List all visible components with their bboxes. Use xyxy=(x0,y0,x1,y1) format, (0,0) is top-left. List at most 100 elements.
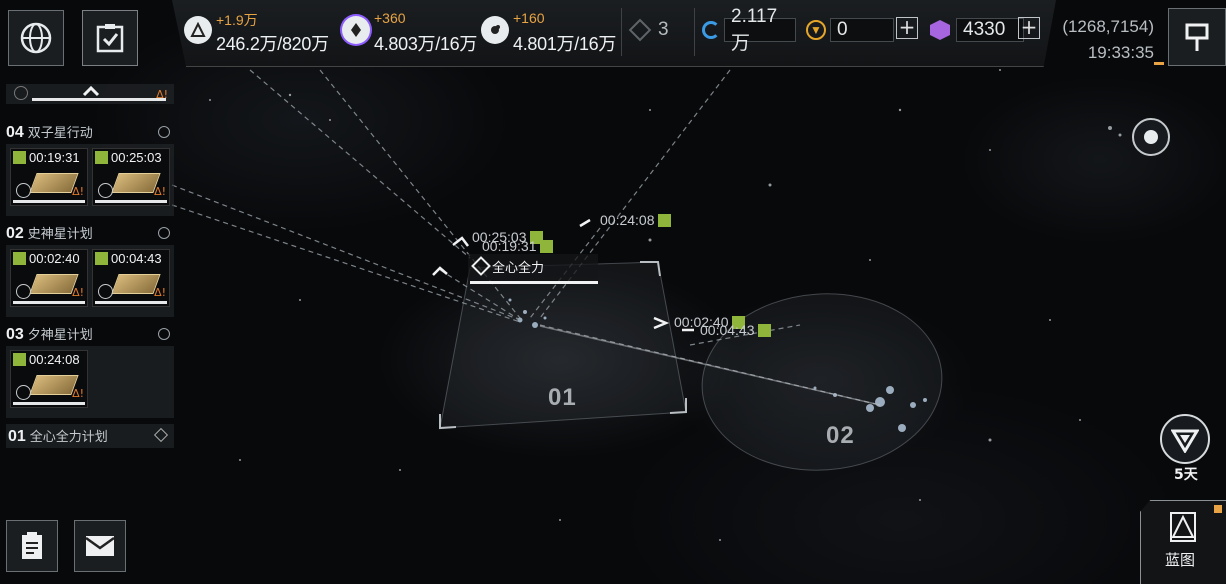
mail-button[interactable] xyxy=(74,520,126,572)
resource-gas[interactable]: +160 4.801万/16万 xyxy=(481,8,621,56)
globe-icon xyxy=(20,22,52,54)
bookmark-button[interactable] xyxy=(1168,8,1226,66)
target-icon xyxy=(1144,130,1158,144)
task-01[interactable]: 01 全心全力计划 xyxy=(6,424,174,448)
task-name: 双子星行动 xyxy=(27,126,93,141)
shield-icon xyxy=(1171,429,1199,453)
task-list-collapse-bar[interactable]: Δ! xyxy=(6,84,174,104)
warning-icon: Δ! xyxy=(156,88,168,101)
clipboard-icon xyxy=(22,532,42,559)
fleet-timer-marker[interactable]: 00:24:08 xyxy=(600,212,671,228)
premium-display[interactable]: 4330 xyxy=(930,16,1024,44)
checklist-icon xyxy=(96,24,124,53)
selected-underline xyxy=(470,281,598,284)
crystal-resource-icon xyxy=(342,16,370,44)
warning-icon: Δ! xyxy=(72,387,84,400)
pin-flag-icon xyxy=(1185,23,1209,51)
blueprint-button[interactable]: 蓝图 xyxy=(1140,500,1226,584)
task-name: 夕神星计划 xyxy=(27,328,93,343)
task-number: 04 xyxy=(6,124,24,141)
fleet-count[interactable]: 3 xyxy=(628,16,669,44)
map-overlay xyxy=(171,69,1122,541)
status-ring-icon xyxy=(16,284,31,299)
warning-icon: Δ! xyxy=(72,286,84,299)
task-04[interactable]: 04 双子星行动 xyxy=(6,122,174,144)
fleet-icon xyxy=(95,151,108,164)
fleet-timer-marker[interactable]: 00:19:31 xyxy=(482,238,553,254)
add-gold-button[interactable]: + xyxy=(896,17,918,39)
resource-amount: 246.2万/820万 xyxy=(216,34,329,54)
task-number: 02 xyxy=(6,225,24,242)
resource-delta: +1.9万 xyxy=(216,12,258,28)
status-ring-icon xyxy=(158,227,170,239)
shield-event-button[interactable] xyxy=(1160,414,1210,464)
progress-bar xyxy=(32,98,166,101)
locate-button[interactable] xyxy=(1132,118,1170,156)
fleet-card[interactable]: 00:19:31 Δ! xyxy=(10,148,88,206)
zone-label[interactable]: 01 xyxy=(548,384,577,412)
selected-fleet-label[interactable]: 全心全力 xyxy=(468,254,598,284)
credits-display[interactable]: 2.117万 xyxy=(702,6,796,54)
fleet-timer: 00:25:03 xyxy=(111,150,162,165)
notification-dot xyxy=(1214,505,1222,513)
premium-gem-icon xyxy=(930,20,950,40)
task-02[interactable]: 02 史神星计划 xyxy=(6,223,174,245)
fleet-card[interactable]: 00:24:08 Δ! xyxy=(10,350,88,408)
reports-button[interactable] xyxy=(6,520,58,572)
fleet-icon xyxy=(539,239,553,253)
warning-icon: Δ! xyxy=(154,185,166,198)
resource-amount: 4.801万/16万 xyxy=(513,34,617,54)
status-ring-icon xyxy=(16,183,31,198)
task-number: 03 xyxy=(6,326,24,343)
progress-bar xyxy=(95,200,167,203)
progress-bar xyxy=(13,301,85,304)
fleet-icon xyxy=(13,353,26,366)
fleet-timer: 00:24:08 xyxy=(29,352,80,367)
task-list-panel[interactable]: Δ! 04 双子星行动 00:19:31 Δ! 00:25:03 Δ! 02 史神星… xyxy=(6,84,174,448)
space-map[interactable]: 00:25:03 00:19:31 00:24:08 00:02:40 00:0… xyxy=(0,0,1226,584)
diamond-icon xyxy=(471,256,491,276)
fleet-icon xyxy=(757,323,771,337)
add-premium-button[interactable]: + xyxy=(1018,17,1040,39)
resource-metal[interactable]: +1.9万 246.2万/820万 xyxy=(184,8,334,56)
fleet-timer-marker[interactable]: 00:04:43 xyxy=(700,322,771,338)
server-clock: 19:33:35 xyxy=(1087,43,1154,62)
zone-label[interactable]: 02 xyxy=(826,422,855,450)
status-ring-icon xyxy=(16,385,31,400)
divider xyxy=(621,8,622,56)
clock-accent xyxy=(1154,62,1164,65)
coordinates: (1268,7154) xyxy=(1062,17,1154,36)
task-03[interactable]: 03 夕神星计划 xyxy=(6,324,174,346)
fleet-card[interactable]: 00:02:40 Δ! xyxy=(10,249,88,307)
resource-amount: 4.803万/16万 xyxy=(374,34,478,54)
premium-value: 4330 xyxy=(956,18,1024,42)
fleet-icon xyxy=(13,252,26,265)
coords-clock: (1268,7154) 19:33:35 xyxy=(1062,14,1154,66)
task-number: 01 xyxy=(8,428,26,445)
tasks-button[interactable] xyxy=(82,10,138,66)
resource-crystal[interactable]: +360 4.803万/16万 xyxy=(342,8,482,56)
fleet-card[interactable]: 00:04:43 Δ! xyxy=(92,249,170,307)
gold-display[interactable]: ▼ 0 xyxy=(806,16,894,44)
triangle-resource-icon xyxy=(184,16,212,44)
warning-icon: Δ! xyxy=(154,286,166,299)
progress-bar xyxy=(95,301,167,304)
fleet-timer: 00:04:43 xyxy=(700,322,755,338)
fleet-diamond-icon xyxy=(628,18,652,42)
divider xyxy=(694,8,695,56)
fleet-card[interactable]: 00:25:03 Δ! xyxy=(92,148,170,206)
status-ring-icon xyxy=(98,284,113,299)
fleet-icon xyxy=(657,213,671,227)
fleet-timer: 00:19:31 xyxy=(482,238,537,254)
blueprint-label: 蓝图 xyxy=(1165,551,1196,569)
chevron-up-icon[interactable] xyxy=(82,84,100,98)
fleet-timer: 00:24:08 xyxy=(600,212,655,228)
fleet-timer: 00:19:31 xyxy=(29,150,80,165)
progress-bar xyxy=(13,200,85,203)
status-ring-icon xyxy=(158,328,170,340)
progress-bar xyxy=(13,402,85,405)
credits-icon xyxy=(702,21,720,39)
fleet-timer: 00:02:40 xyxy=(29,251,80,266)
task-name: 史神星计划 xyxy=(27,227,93,242)
galaxy-button[interactable] xyxy=(8,10,64,66)
